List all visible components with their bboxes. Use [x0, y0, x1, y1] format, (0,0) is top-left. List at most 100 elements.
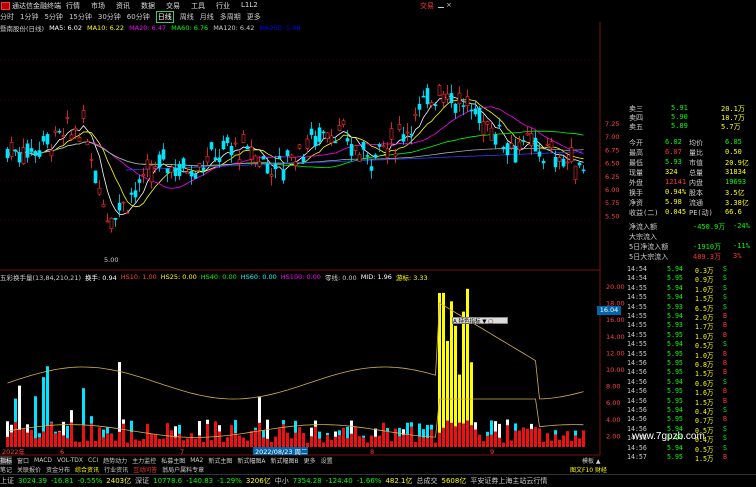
volume-bar-top [118, 362, 121, 432]
volume-bar-base [298, 427, 301, 447]
indicator-tab-8[interactable]: MA2 [190, 457, 203, 464]
volume-bar-base [498, 437, 501, 447]
price-panel-bg [0, 32, 600, 272]
volume-bar-base [190, 433, 193, 447]
trade-time: 14:55 [627, 283, 647, 292]
candle-body [41, 136, 46, 142]
volume-bar-top [82, 388, 85, 426]
f10-link[interactable]: 图文F10 财经 [570, 465, 607, 474]
volume-bar-base [582, 430, 585, 447]
volume-bar-top [418, 423, 421, 437]
info-tab-0[interactable]: 笔记 [0, 465, 12, 474]
status-item: 3024.39 [18, 477, 47, 485]
price-axis: 7.25 7.00 6.75 6.50 6.25 6.00 5.75 5.50 [605, 120, 619, 220]
indicator-tab-10[interactable]: 新式幅图A [237, 456, 265, 465]
candle-body [337, 125, 342, 131]
info-tab-6[interactable]: 翁局户属料专章 [162, 465, 204, 474]
stat-value: 324 [665, 168, 678, 176]
volume-bar-base [302, 433, 305, 447]
candle-body [129, 192, 134, 195]
candle-body [181, 158, 186, 169]
candle-body [513, 146, 518, 163]
indicator-tab-3[interactable]: VOL-TDX [57, 457, 83, 464]
volume-bar-top [262, 430, 265, 438]
trade-price: 5.94 [667, 406, 683, 414]
volume-bar-top [66, 425, 69, 439]
candle-body [133, 190, 138, 198]
flow-value: -450.9万 [693, 223, 726, 231]
trade-row: 14:55 5.93 6.5万 S [625, 303, 756, 313]
volume-legend-item: HS60: 0.00 [240, 273, 277, 281]
info-tab-2[interactable]: 资金分布 [46, 465, 70, 474]
info-tab-4[interactable]: 行业资讯 [104, 465, 128, 474]
volume-bar-base [182, 440, 185, 447]
trade-row: 14:56 5.95 1.6万 B [625, 387, 756, 397]
volume-bar-base [78, 442, 81, 447]
stat-value: 12141 [665, 178, 687, 186]
volume-bar-top [6, 421, 9, 437]
flow-percent: -24% [733, 222, 750, 230]
stat-value: 5.98 [665, 198, 682, 206]
candle-body [29, 148, 34, 152]
volume-bar-base [318, 438, 321, 447]
trade-price: 5.94 [667, 283, 683, 292]
indicator-tab-11[interactable]: 新式幅图B [270, 456, 298, 465]
volume-bar-top [530, 423, 533, 430]
trade-price: 5.95 [667, 359, 683, 367]
candle-body [249, 146, 254, 160]
stat-value: 3.5亿 [725, 189, 745, 197]
volume-bar-base [362, 437, 365, 447]
trade-volume: 1.5万 [695, 455, 714, 463]
trade-row: 14:56 5.94 0.6万 S [625, 378, 756, 388]
candle-body [165, 168, 170, 174]
volume-bar-base [382, 422, 385, 447]
volume-bar-top [350, 420, 353, 434]
status-item: 总成交 [416, 477, 438, 485]
volume-bar-base [578, 438, 581, 447]
volume-bar-base [130, 432, 133, 447]
info-tab-5[interactable]: 互动问答 [133, 465, 157, 474]
candle-body [357, 154, 362, 162]
flow-label: 大宗流入 [629, 233, 657, 241]
indicator-tab-4[interactable]: CCI [88, 457, 98, 464]
stat-label: 今开 [629, 139, 643, 147]
candle-body [361, 141, 366, 150]
volume-bar-base [542, 441, 545, 447]
trade-price: 5.95 [667, 396, 683, 405]
indicator-tab-2[interactable]: MACD [34, 457, 52, 464]
trade-row: 14:55 5.95 1.0万 B [625, 350, 756, 360]
volume-bar-base [410, 426, 413, 447]
candle-body [101, 203, 106, 208]
candle-body [273, 163, 278, 170]
volume-legend-item: HS40: 0.00 [200, 273, 237, 281]
info-tab-1[interactable]: 关联报价 [17, 465, 41, 474]
trade-time: 14:55 [627, 321, 647, 330]
indicator-tab-12[interactable]: 更多 [304, 456, 316, 465]
volume-bar-base [330, 439, 333, 447]
candle-body [461, 105, 466, 107]
candle-body [333, 141, 338, 144]
trade-side: S [723, 274, 727, 283]
volume-bar-base [474, 429, 477, 447]
info-tab-3[interactable]: 综合资讯 [75, 465, 99, 474]
candle-body [381, 145, 386, 148]
volume-bar-base [234, 433, 237, 447]
volume-bar-top [514, 423, 517, 431]
volume-bar-top [42, 377, 45, 432]
trade-side: B [723, 396, 727, 405]
candle-body [121, 201, 126, 204]
trade-side: S [723, 283, 727, 292]
volume-bar-base [86, 440, 89, 447]
candle-body [297, 144, 302, 149]
indicator-tab-9[interactable]: 新式主图 [208, 456, 232, 465]
volume-bar-top [426, 424, 429, 439]
volume-bar-base [482, 441, 485, 447]
indicator-tab-13[interactable]: 设置 [321, 456, 333, 465]
stat-value: 20.9亿 [725, 159, 749, 167]
candle-body [413, 113, 418, 117]
trade-row: 14:54 5.94 0.3万 S [625, 265, 756, 275]
volume-bar-base [430, 429, 433, 447]
indicator-tooltip[interactable]: A 特色指标 ▼ ▢ [452, 317, 508, 325]
volume-bar-base [14, 422, 17, 447]
volume-bar-base [574, 435, 577, 447]
